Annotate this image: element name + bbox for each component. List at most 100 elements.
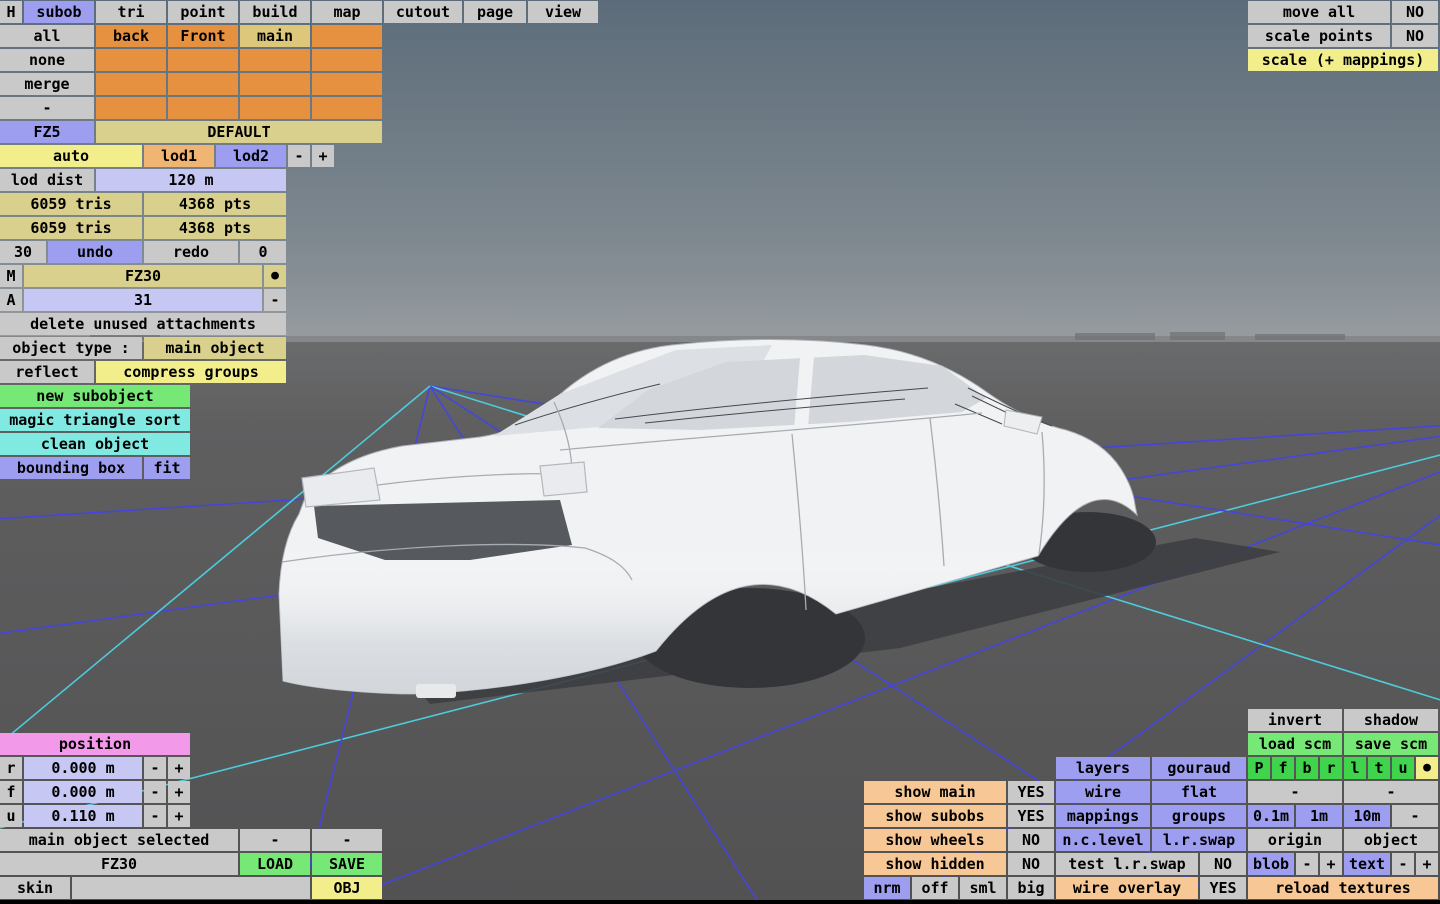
lod-dist-value[interactable]: 120 m <box>96 169 286 191</box>
redo-button[interactable]: redo <box>144 241 238 263</box>
menu-h-button[interactable]: H <box>0 1 22 23</box>
attachment-minus-button[interactable]: - <box>264 289 286 311</box>
selection-dash-button[interactable]: - <box>0 97 94 119</box>
groups-button[interactable]: groups <box>1152 805 1246 827</box>
attachment-a-button[interactable]: A <box>0 289 22 311</box>
default-button[interactable]: DEFAULT <box>96 121 382 143</box>
object-type-value-button[interactable]: main object <box>144 337 286 359</box>
save-scm-button[interactable]: save scm <box>1344 733 1438 755</box>
scene-dash-1-button[interactable]: - <box>1248 781 1342 803</box>
menu-point-tab[interactable]: point <box>168 1 238 23</box>
view-perspective-button[interactable]: P <box>1248 757 1270 779</box>
test-lr-swap-toggle[interactable]: NO <box>1200 853 1246 875</box>
delete-unused-attachments-button[interactable]: delete unused attachments <box>0 313 286 335</box>
position-u-minus-button[interactable]: - <box>144 805 166 827</box>
show-hidden-button[interactable]: show hidden <box>864 853 1006 875</box>
position-f-value[interactable]: 0.000 m <box>24 781 142 803</box>
show-hidden-toggle[interactable]: NO <box>1008 853 1054 875</box>
menu-cutout-tab[interactable]: cutout <box>384 1 462 23</box>
view-under-button[interactable]: u <box>1392 757 1414 779</box>
flat-button[interactable]: flat <box>1152 781 1246 803</box>
lod-plus-button[interactable]: + <box>312 145 334 167</box>
view-front-button[interactable]: f <box>1272 757 1294 779</box>
show-main-button[interactable]: show main <box>864 781 1006 803</box>
position-f-minus-button[interactable]: - <box>144 781 166 803</box>
position-r-minus-button[interactable]: - <box>144 757 166 779</box>
show-wheels-toggle[interactable]: NO <box>1008 829 1054 851</box>
load-scm-button[interactable]: load scm <box>1248 733 1342 755</box>
shadow-button[interactable]: shadow <box>1344 709 1438 731</box>
menu-build-tab[interactable]: build <box>240 1 310 23</box>
menu-map-tab[interactable]: map <box>312 1 382 23</box>
wire-overlay-button[interactable]: wire overlay <box>1056 877 1198 899</box>
scale-mappings-button[interactable]: scale (+ mappings) <box>1248 49 1438 71</box>
position-u-value[interactable]: 0.110 m <box>24 805 142 827</box>
menu-tri-tab[interactable]: tri <box>96 1 166 23</box>
lod-minus-button[interactable]: - <box>288 145 310 167</box>
test-lr-swap-button[interactable]: test l.r.swap <box>1056 853 1198 875</box>
slot-empty-5[interactable] <box>312 49 382 71</box>
skin-name-field[interactable] <box>72 877 310 899</box>
lr-swap-button[interactable]: l.r.swap <box>1152 829 1246 851</box>
attachment-value-field[interactable]: 31 <box>24 289 262 311</box>
file-name-field[interactable]: FZ30 <box>0 853 238 875</box>
compress-groups-button[interactable]: compress groups <box>96 361 286 383</box>
object-button[interactable]: object <box>1344 829 1438 851</box>
merge-button[interactable]: merge <box>0 73 94 95</box>
grid-1m-button[interactable]: 1m <box>1296 805 1342 827</box>
layers-button[interactable]: layers <box>1056 757 1150 779</box>
show-main-toggle[interactable]: YES <box>1008 781 1054 803</box>
reflect-button[interactable]: reflect <box>0 361 94 383</box>
blob-button[interactable]: blob <box>1248 853 1294 875</box>
bounding-box-fit-button[interactable]: fit <box>144 457 190 479</box>
normals-button[interactable]: nrm <box>864 877 910 899</box>
view-left-button[interactable]: l <box>1344 757 1366 779</box>
grid-10m-button[interactable]: 10m <box>1344 805 1390 827</box>
position-r-plus-button[interactable]: + <box>168 757 190 779</box>
view-back-button[interactable]: b <box>1296 757 1318 779</box>
slot-empty-6[interactable] <box>96 73 166 95</box>
select-none-button[interactable]: none <box>0 49 94 71</box>
normals-big-button[interactable]: big <box>1008 877 1054 899</box>
view-bullet-button[interactable]: ● <box>1416 757 1438 779</box>
move-all-toggle[interactable]: NO <box>1392 1 1438 23</box>
obj-export-button[interactable]: OBJ <box>312 877 382 899</box>
slot-empty-3[interactable] <box>168 49 238 71</box>
text-button[interactable]: text <box>1344 853 1390 875</box>
slot-main-button[interactable]: main <box>240 25 310 47</box>
grid-dash-button[interactable]: - <box>1392 805 1438 827</box>
scene-dash-2-button[interactable]: - <box>1344 781 1438 803</box>
menu-subob-tab[interactable]: subob <box>24 1 94 23</box>
lod2-button[interactable]: lod2 <box>216 145 286 167</box>
grid-01m-button[interactable]: 0.1m <box>1248 805 1294 827</box>
scale-points-button[interactable]: scale points <box>1248 25 1390 47</box>
slot-empty-10[interactable] <box>96 97 166 119</box>
slot-empty-12[interactable] <box>240 97 310 119</box>
save-button[interactable]: SAVE <box>312 853 382 875</box>
file-dash-2-button[interactable]: - <box>312 829 382 851</box>
model-bullet-button[interactable]: ● <box>264 265 286 287</box>
file-dash-1-button[interactable]: - <box>240 829 310 851</box>
skin-button[interactable]: skin <box>0 877 70 899</box>
menu-page-tab[interactable]: page <box>464 1 526 23</box>
slot-front-button[interactable]: Front <box>168 25 238 47</box>
menu-view-tab[interactable]: view <box>528 1 598 23</box>
text-minus-button[interactable]: - <box>1392 853 1414 875</box>
bounding-box-button[interactable]: bounding box <box>0 457 142 479</box>
clean-object-button[interactable]: clean object <box>0 433 190 455</box>
show-wheels-button[interactable]: show wheels <box>864 829 1006 851</box>
gouraud-button[interactable]: gouraud <box>1152 757 1246 779</box>
position-u-plus-button[interactable]: + <box>168 805 190 827</box>
lod-auto-button[interactable]: auto <box>0 145 142 167</box>
blob-plus-button[interactable]: + <box>1320 853 1342 875</box>
slot-empty-7[interactable] <box>168 73 238 95</box>
slot-empty-13[interactable] <box>312 97 382 119</box>
nc-level-button[interactable]: n.c.level <box>1056 829 1150 851</box>
new-subobject-button[interactable]: new subobject <box>0 385 190 407</box>
view-right-button[interactable]: r <box>1320 757 1342 779</box>
model-name-field[interactable]: FZ30 <box>24 265 262 287</box>
load-button[interactable]: LOAD <box>240 853 310 875</box>
text-plus-button[interactable]: + <box>1416 853 1438 875</box>
scale-points-toggle[interactable]: NO <box>1392 25 1438 47</box>
slot-back-button[interactable]: back <box>96 25 166 47</box>
